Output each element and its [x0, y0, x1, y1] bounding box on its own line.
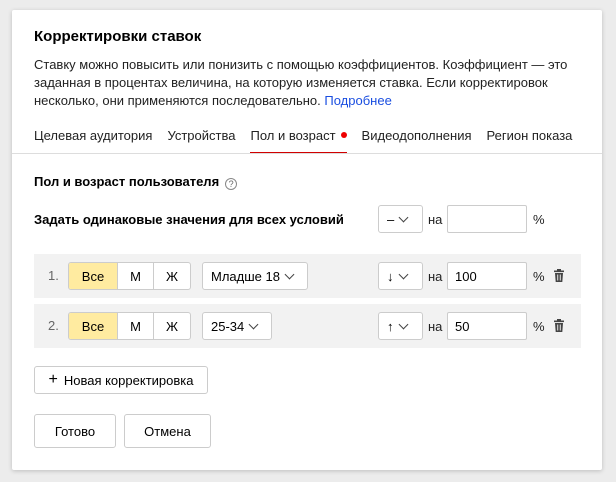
on-label: на: [428, 212, 443, 227]
gender-segmented-control: Все М Ж: [68, 312, 191, 340]
tab-devices[interactable]: Устройства: [167, 128, 235, 154]
dialog-description: Ставку можно повысить или понизить с пом…: [34, 56, 589, 110]
value-input[interactable]: 100: [447, 262, 527, 290]
chevron-down-icon: [284, 269, 295, 279]
more-link[interactable]: Подробнее: [324, 93, 391, 108]
add-adjustment-label: Новая корректировка: [63, 372, 194, 388]
gender-option-female[interactable]: Ж: [153, 313, 190, 339]
gender-option-male[interactable]: М: [117, 263, 153, 289]
active-dot-icon: [340, 132, 347, 138]
tab-label: Устройства: [167, 128, 236, 143]
chevron-down-icon: [248, 319, 259, 329]
trash-icon[interactable]: [554, 319, 564, 332]
tab-label: Пол и возраст: [250, 128, 336, 143]
same-direction-select[interactable]: –: [378, 205, 423, 233]
same-values-label: Задать одинаковые значения для всех усло…: [34, 212, 344, 227]
direction-value: –: [387, 211, 395, 227]
percent-label: %: [533, 212, 545, 227]
gender-option-all[interactable]: Все: [69, 263, 117, 289]
chevron-down-icon: [398, 269, 408, 279]
chevron-down-icon: [398, 319, 408, 329]
gender-option-all[interactable]: Все: [69, 313, 117, 339]
value-input[interactable]: 50: [447, 312, 527, 340]
adjustment-row: 2. Все М Ж 25-34 ↑ на 50 %: [34, 304, 581, 348]
direction-select[interactable]: ↓: [378, 262, 423, 290]
tab-video-extensions[interactable]: Видеодополнения: [362, 128, 472, 154]
add-adjustment-button[interactable]: + Новая корректировка: [34, 366, 208, 394]
tab-target-audience[interactable]: Целевая аудитория: [34, 128, 152, 154]
done-button[interactable]: Готово: [34, 414, 116, 448]
dialog-title: Корректировки ставок: [34, 28, 202, 45]
tab-label: Видеодополнения: [361, 128, 472, 143]
same-value-input[interactable]: [447, 205, 527, 233]
direction-value: ↑: [387, 318, 394, 334]
direction-value: ↓: [387, 268, 394, 284]
trash-icon[interactable]: [554, 269, 564, 282]
percent-label: %: [533, 269, 545, 284]
chevron-down-icon: [398, 212, 409, 222]
cancel-button[interactable]: Отмена: [124, 414, 211, 448]
tab-label: Целевая аудитория: [34, 128, 153, 143]
age-value: Младше 18: [211, 268, 280, 284]
row-number: 2.: [48, 318, 59, 333]
section-title-text: Пол и возраст пользователя: [34, 174, 220, 189]
plus-icon: +: [48, 371, 58, 388]
row-number: 1.: [48, 268, 59, 283]
on-label: на: [428, 319, 443, 334]
gender-segmented-control: Все М Ж: [68, 262, 191, 290]
percent-label: %: [533, 319, 545, 334]
gender-option-male[interactable]: М: [117, 313, 153, 339]
age-select[interactable]: 25-34: [202, 312, 272, 340]
tab-gender-age[interactable]: Пол и возраст: [250, 128, 347, 154]
description-text: Ставку можно повысить или понизить с пом…: [34, 57, 568, 108]
age-value: 25-34: [211, 318, 245, 334]
section-title: Пол и возраст пользователя?: [34, 174, 238, 190]
age-select[interactable]: Младше 18: [202, 262, 308, 290]
tab-label: Регион показа: [486, 128, 573, 143]
tab-region[interactable]: Регион показа: [487, 128, 573, 154]
gender-option-female[interactable]: Ж: [153, 263, 190, 289]
tabs-bar: Целевая аудитория Устройства Пол и возра…: [34, 128, 587, 154]
bid-adjustments-dialog: Корректировки ставок Ставку можно повыси…: [12, 10, 602, 470]
question-circle-icon[interactable]: ?: [225, 178, 238, 190]
adjustment-row: 1. Все М Ж Младше 18 ↓ на 100 %: [34, 254, 581, 298]
tabs-divider: [12, 153, 602, 154]
direction-select[interactable]: ↑: [378, 312, 423, 340]
on-label: на: [428, 269, 443, 284]
